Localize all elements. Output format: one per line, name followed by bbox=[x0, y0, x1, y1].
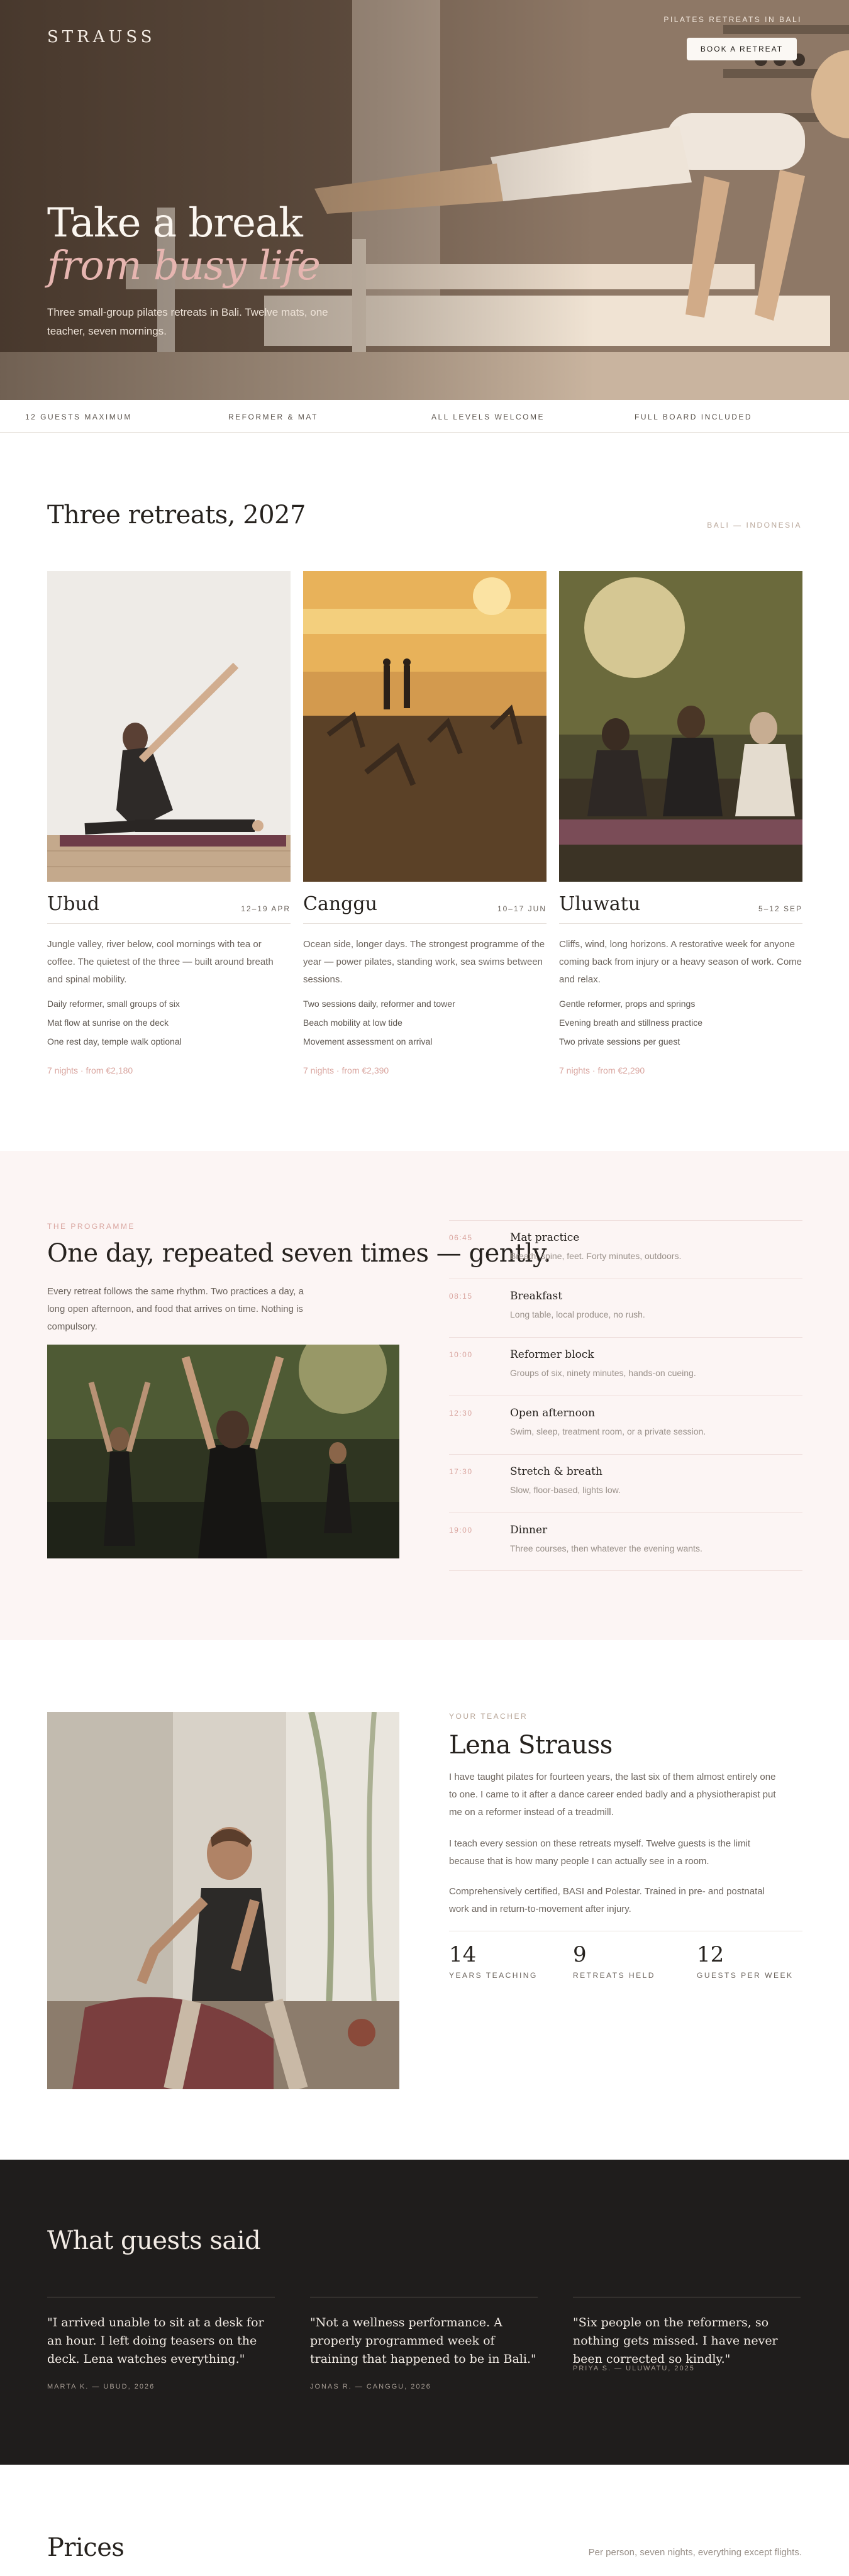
schedule-row: 08:15 Breakfast Long table, local produc… bbox=[449, 1279, 802, 1337]
retreats-location-tag: BALI — INDONESIA bbox=[707, 521, 802, 530]
retreat-description: Jungle valley, river below, cool morning… bbox=[47, 939, 274, 985]
teacher-name: Lena Strauss bbox=[449, 1731, 613, 1760]
schedule-note: Groups of six, ninety minutes, hands-on … bbox=[510, 1368, 696, 1378]
prices-title: Prices bbox=[47, 2533, 125, 2562]
schedule-time: 10:00 bbox=[449, 1350, 473, 1359]
testimonial-author: PRIYA S. — ULUWATU, 2025 bbox=[573, 2365, 695, 2372]
strip-item: ALL LEVELS WELCOME bbox=[431, 413, 545, 421]
retreat-feature: Mat flow at sunrise on the deck bbox=[47, 1018, 169, 1028]
retreat-price: 7 nights · from €2,290 bbox=[559, 1065, 645, 1075]
divider bbox=[559, 923, 802, 924]
schedule-note: Breath, spine, feet. Forty minutes, outd… bbox=[510, 1251, 682, 1261]
schedule-time: 19:00 bbox=[449, 1526, 473, 1535]
book-retreat-button[interactable]: BOOK A RETREAT bbox=[687, 38, 797, 60]
stat-label: GUESTS PER WEEK bbox=[697, 1971, 794, 1980]
schedule-note: Slow, floor-based, lights low. bbox=[510, 1485, 621, 1495]
schedule-title: Open afternoon bbox=[510, 1407, 596, 1419]
testimonial-author: JONAS R. — CANGGU, 2026 bbox=[310, 2383, 431, 2390]
schedule-time: 17:30 bbox=[449, 1467, 473, 1476]
testimonial-quote: "Six people on the reformers, so nothing… bbox=[573, 2316, 778, 2366]
retreat-card-uluwatu[interactable]: Uluwatu 5–12 SEP Cliffs, wind, long hori… bbox=[559, 571, 802, 1087]
testimonials-section bbox=[0, 2160, 849, 2465]
hero-section: STRAUSS PILATES RETREATS IN BALI BOOK A … bbox=[0, 0, 849, 400]
retreat-dates: 12–19 APR bbox=[241, 904, 291, 913]
stat-label: YEARS TEACHING bbox=[449, 1971, 538, 1980]
schedule-note: Long table, local produce, no rush. bbox=[510, 1309, 645, 1319]
programme-description: Every retreat follows the same rhythm. T… bbox=[47, 1286, 304, 1332]
header-kicker: PILATES RETREATS IN BALI bbox=[663, 15, 802, 24]
testimonial-author: MARTA K. — UBUD, 2026 bbox=[47, 2383, 155, 2390]
retreat-dates: 10–17 JUN bbox=[497, 904, 547, 913]
page: STRAUSS PILATES RETREATS IN BALI BOOK A … bbox=[0, 0, 849, 2576]
teacher-label: YOUR TEACHER bbox=[449, 1712, 528, 1721]
teacher-bio-paragraph: I teach every session on these retreats … bbox=[449, 1838, 751, 1867]
schedule-row: 19:00 Dinner Three courses, then whateve… bbox=[449, 1513, 802, 1571]
retreat-photo-canggu[interactable] bbox=[303, 571, 547, 882]
retreat-dates: 5–12 SEP bbox=[758, 904, 802, 913]
schedule-title: Dinner bbox=[510, 1524, 548, 1536]
schedule-note: Three courses, then whatever the evening… bbox=[510, 1543, 702, 1553]
schedule-time: 12:30 bbox=[449, 1409, 473, 1418]
schedule-row: 12:30 Open afternoon Swim, sleep, treatm… bbox=[449, 1396, 802, 1454]
retreat-feature: Movement assessment on arrival bbox=[303, 1036, 433, 1046]
retreat-description: Ocean side, longer days. The strongest p… bbox=[303, 939, 545, 985]
schedule-title: Stretch & breath bbox=[510, 1465, 602, 1478]
divider bbox=[47, 923, 291, 924]
schedule-row: 10:00 Reformer block Groups of six, nine… bbox=[449, 1337, 802, 1396]
divider bbox=[303, 923, 547, 924]
retreats-title: Three retreats, 2027 bbox=[47, 501, 306, 530]
stat-value: 9 bbox=[573, 1942, 587, 1967]
schedule-title: Reformer block bbox=[510, 1348, 594, 1361]
schedule-title: Mat practice bbox=[510, 1231, 580, 1244]
hero-title-accent: from busy life bbox=[47, 243, 321, 289]
stat-value: 12 bbox=[697, 1942, 724, 1967]
testimonials-title: What guests said bbox=[47, 2226, 261, 2255]
retreat-name: Canggu bbox=[303, 893, 377, 915]
retreat-feature: Evening breath and stillness practice bbox=[559, 1018, 703, 1028]
schedule-title: Breakfast bbox=[510, 1290, 563, 1302]
retreat-photo-ubud[interactable] bbox=[47, 571, 291, 882]
schedule-note: Swim, sleep, treatment room, or a privat… bbox=[510, 1426, 706, 1436]
strip-item: REFORMER & MAT bbox=[228, 413, 318, 421]
retreat-photo-uluwatu[interactable] bbox=[559, 571, 802, 882]
programme-photo bbox=[47, 1345, 399, 1558]
teacher-bio-paragraph: Comprehensively certified, BASI and Pole… bbox=[449, 1886, 765, 1914]
retreat-price: 7 nights · from €2,180 bbox=[47, 1065, 133, 1075]
strip-item: FULL BOARD INCLUDED bbox=[635, 413, 753, 421]
retreat-feature: Beach mobility at low tide bbox=[303, 1018, 402, 1028]
features-strip: 12 GUESTS MAXIMUM REFORMER & MAT ALL LEV… bbox=[0, 400, 849, 433]
testimonial-quote: "Not a wellness performance. A properly … bbox=[310, 2316, 536, 2366]
schedule-row: 06:45 Mat practice Breath, spine, feet. … bbox=[449, 1220, 802, 1279]
retreat-feature: Two private sessions per guest bbox=[559, 1036, 680, 1046]
retreat-feature: One rest day, temple walk optional bbox=[47, 1036, 182, 1046]
teacher-bio-paragraph: I have taught pilates for fourteen years… bbox=[449, 1772, 776, 1818]
hero-subtitle: Three small-group pilates retreats in Ba… bbox=[47, 306, 328, 337]
retreat-feature: Daily reformer, small groups of six bbox=[47, 999, 180, 1009]
retreat-name: Uluwatu bbox=[559, 893, 641, 915]
schedule-time: 06:45 bbox=[449, 1233, 473, 1242]
retreat-card-canggu[interactable]: Canggu 10–17 JUN Ocean side, longer days… bbox=[303, 571, 547, 1087]
testimonial-quote: "I arrived unable to sit at a desk for a… bbox=[47, 2316, 264, 2366]
logo[interactable]: STRAUSS bbox=[47, 28, 156, 47]
teacher-photo bbox=[47, 1712, 399, 2089]
hero-title: Take a break bbox=[47, 200, 303, 247]
retreat-card-ubud[interactable]: Ubud 12–19 APR Jungle valley, river belo… bbox=[47, 571, 291, 1087]
stat-label: RETREATS HELD bbox=[573, 1971, 655, 1980]
prices-note: Per person, seven nights, everything exc… bbox=[588, 2547, 802, 2558]
strip-item: 12 GUESTS MAXIMUM bbox=[25, 413, 132, 421]
stat-value: 14 bbox=[449, 1942, 477, 1967]
retreat-description: Cliffs, wind, long horizons. A restorati… bbox=[559, 939, 802, 985]
retreat-price: 7 nights · from €2,390 bbox=[303, 1065, 389, 1075]
retreat-name: Ubud bbox=[47, 893, 100, 915]
schedule-row: 17:30 Stretch & breath Slow, floor-based… bbox=[449, 1454, 802, 1513]
retreat-feature: Two sessions daily, reformer and tower bbox=[303, 999, 455, 1009]
retreat-feature: Gentle reformer, props and springs bbox=[559, 999, 696, 1009]
schedule-time: 08:15 bbox=[449, 1292, 473, 1301]
programme-label: THE PROGRAMME bbox=[47, 1222, 135, 1231]
